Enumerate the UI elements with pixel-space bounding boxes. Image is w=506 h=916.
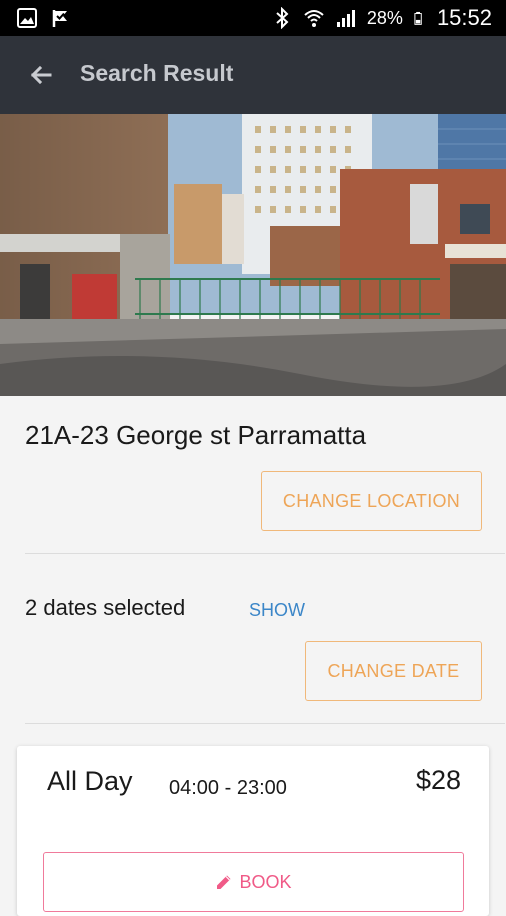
- show-dates-link[interactable]: SHOW: [249, 600, 305, 621]
- divider: [25, 553, 505, 554]
- image-icon: [17, 8, 37, 28]
- wifi-icon: [304, 10, 324, 27]
- status-bar-notifications: [16, 7, 72, 29]
- battery-icon: [414, 11, 422, 25]
- page-title: Search Result: [80, 60, 234, 86]
- booking-option-label: All Day: [47, 766, 133, 796]
- booking-option-price: $28: [415, 765, 461, 795]
- booking-option-card: All Day 04:00 - 23:00 $28 BOOK: [17, 746, 489, 916]
- signal-icon: [336, 10, 355, 27]
- pencil-icon: [217, 875, 231, 889]
- status-bar: 28% 15:52: [0, 0, 506, 36]
- check-flag-icon: [52, 10, 67, 27]
- clock: 15:52: [436, 5, 492, 30]
- bluetooth-icon: [276, 7, 289, 29]
- dates-summary: 2 dates selected: [25, 595, 186, 620]
- status-bar-system: 28% 15:52: [271, 5, 492, 31]
- street-view-image: [0, 114, 506, 396]
- app-bar: Search Result: [0, 36, 506, 114]
- arrow-left-icon[interactable]: [26, 60, 56, 90]
- booking-option-hours: 04:00 - 23:00: [169, 777, 287, 799]
- parking-address: 21A-23 George st Parramatta: [25, 420, 367, 450]
- divider: [25, 723, 505, 724]
- street-photo: [0, 114, 506, 396]
- battery-percent: 28%: [366, 7, 403, 28]
- change-date-button[interactable]: CHANGE DATE: [305, 641, 482, 701]
- book-button-label: BOOK: [239, 871, 292, 892]
- book-button[interactable]: BOOK: [43, 852, 464, 912]
- change-location-button[interactable]: CHANGE LOCATION: [261, 471, 482, 531]
